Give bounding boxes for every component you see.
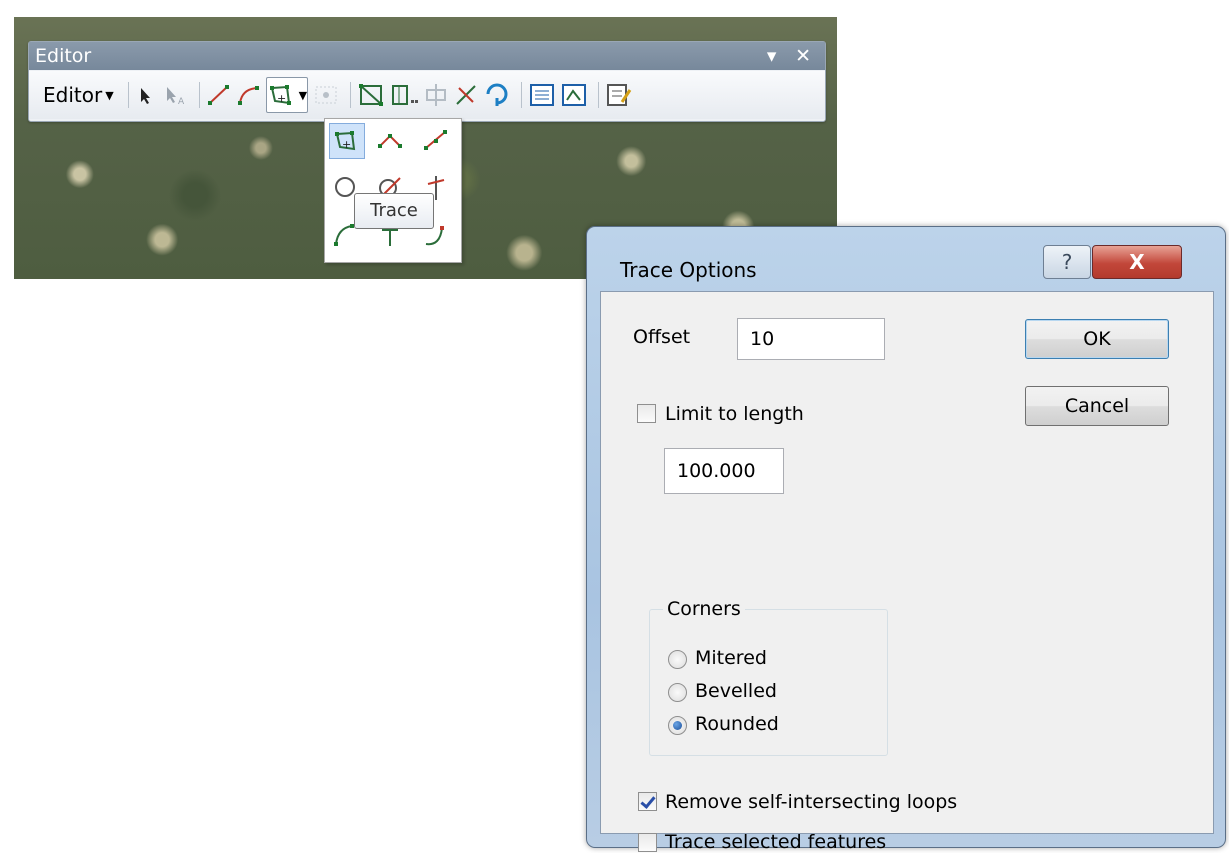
toolbar-title: Editor — [35, 45, 92, 67]
trace-tooltip: Trace — [354, 193, 434, 229]
toolbar-separator — [127, 82, 129, 108]
limit-to-length-label: Limit to length — [665, 403, 804, 425]
midpoint-tool-icon[interactable] — [312, 78, 340, 112]
close-button[interactable]: X — [1092, 245, 1182, 279]
cancel-button[interactable]: Cancel — [1025, 386, 1169, 426]
cut-polygons-tool-icon[interactable] — [423, 78, 449, 112]
end-point-arc-tool-icon[interactable] — [236, 78, 262, 112]
editor-menu-label: Editor — [43, 83, 103, 107]
dialog-title: Trace Options — [620, 258, 757, 282]
trace-selected-checkbox[interactable] — [638, 833, 657, 852]
midpoint-arc-tool-icon[interactable] — [373, 123, 407, 157]
corner-bevelled-radio[interactable] — [668, 683, 687, 702]
trace-options-dialog: Trace Options ? X Offset 10 OK Cancel Li… — [586, 226, 1226, 853]
dropdown-arrow-icon: ▼ — [105, 88, 114, 102]
toolbar-separator — [598, 82, 600, 108]
corner-rounded-label: Rounded — [695, 713, 779, 735]
reshape-feature-tool-icon[interactable] — [389, 78, 419, 112]
toolbar-window-buttons[interactable]: ▾ ✕ — [767, 42, 817, 70]
dialog-body: Offset 10 OK Cancel Limit to length 100.… — [600, 291, 1214, 853]
toolbar-titlebar[interactable]: Editor ▾ ✕ — [29, 42, 825, 70]
ok-button[interactable]: OK — [1025, 319, 1169, 359]
svg-text:A: A — [178, 97, 185, 106]
toolbar-row: Editor ▼ A + ▼ — [29, 71, 825, 119]
offset-input[interactable]: 10 — [737, 318, 885, 360]
trace-tool-palette-item[interactable]: + — [329, 123, 365, 159]
split-tool-icon[interactable] — [453, 78, 479, 112]
construction-tools-palette: + — [324, 118, 462, 263]
editor-menu-button[interactable]: Editor ▼ — [39, 78, 118, 112]
offset-label: Offset — [633, 326, 691, 348]
trace-selected-label: Trace selected features — [665, 831, 887, 853]
svg-text:+: + — [277, 92, 286, 105]
corner-bevelled-label: Bevelled — [695, 680, 777, 702]
corners-group-label: Corners — [663, 598, 745, 620]
sketch-properties-tool-icon[interactable] — [560, 78, 588, 112]
straight-segment-palette-icon[interactable] — [419, 123, 453, 157]
create-features-tool-icon[interactable] — [605, 78, 633, 112]
corner-rounded-radio[interactable] — [668, 716, 687, 735]
remove-loops-checkbox[interactable] — [638, 792, 657, 811]
toolbar-separator — [521, 82, 523, 108]
help-button[interactable]: ? — [1043, 245, 1091, 279]
trace-dropdown-arrow-icon[interactable]: ▼ — [299, 89, 307, 102]
edit-vertices-tool-icon[interactable] — [357, 78, 385, 112]
trace-tool-button[interactable]: + ▼ — [265, 77, 309, 113]
corner-mitered-label: Mitered — [695, 647, 767, 669]
toolbar-separator — [350, 82, 352, 108]
edit-annotation-tool-icon[interactable]: A — [161, 78, 189, 112]
limit-length-input[interactable]: 100.000 — [664, 448, 784, 494]
corner-mitered-radio[interactable] — [668, 650, 687, 669]
close-icon: X — [1129, 250, 1145, 274]
help-icon: ? — [1061, 250, 1073, 274]
editor-toolbar: Editor ▾ ✕ Editor ▼ A + ▼ — [28, 41, 826, 122]
svg-text:+: + — [342, 138, 351, 151]
straight-segment-tool-icon[interactable] — [206, 78, 232, 112]
limit-to-length-checkbox[interactable] — [637, 404, 656, 423]
attributes-tool-icon[interactable] — [528, 78, 556, 112]
edit-tool-icon[interactable] — [135, 78, 157, 112]
rotate-tool-icon[interactable] — [483, 78, 511, 112]
remove-loops-label: Remove self-intersecting loops — [665, 791, 958, 813]
toolbar-separator — [198, 82, 200, 108]
